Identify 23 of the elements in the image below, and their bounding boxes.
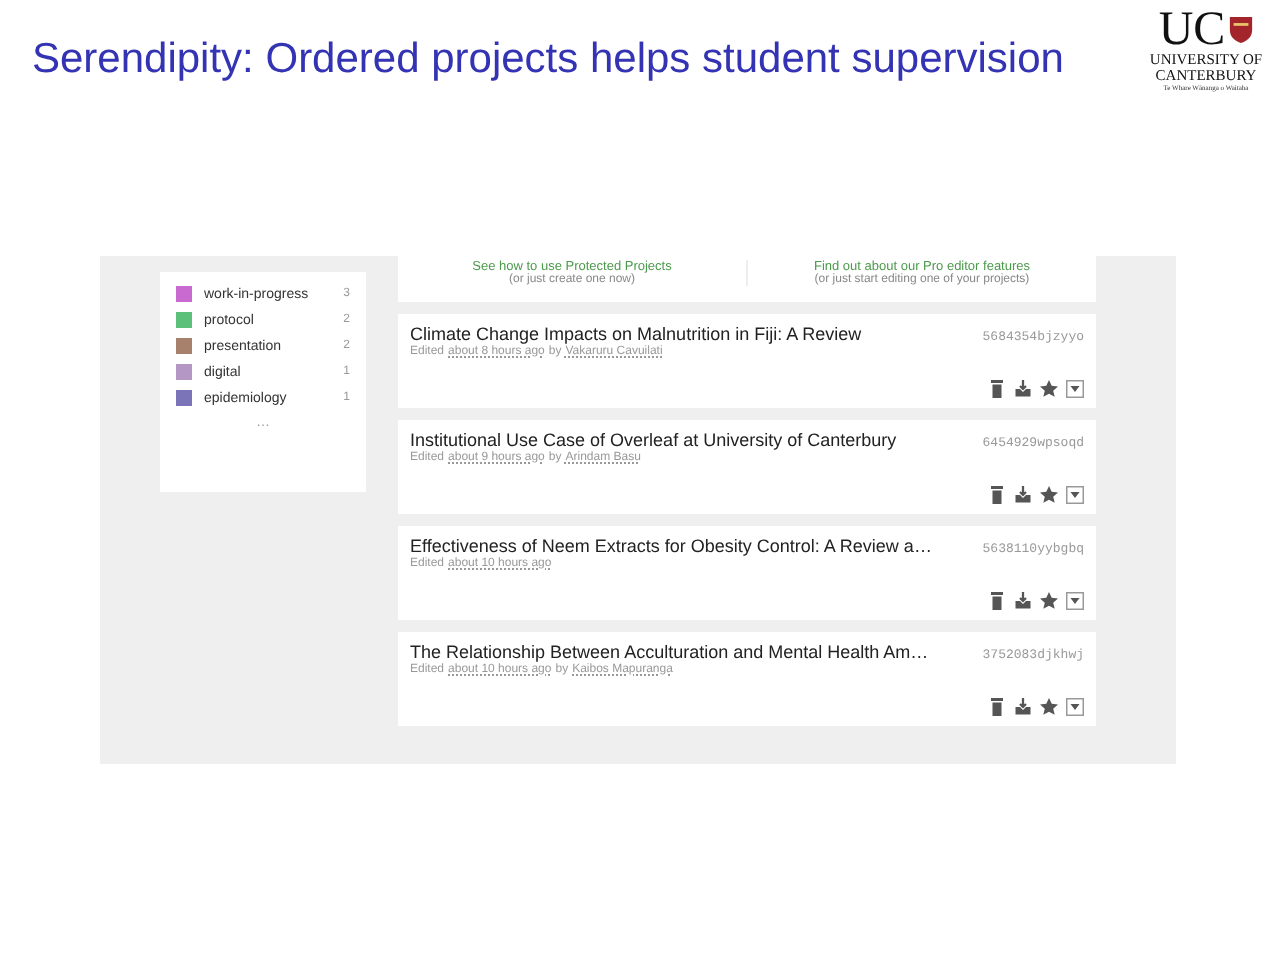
download-icon[interactable] (1014, 592, 1032, 610)
star-icon[interactable] (1040, 592, 1058, 610)
slide-title: Serendipity: Ordered projects helps student supervision (32, 36, 1064, 84)
dropdown-icon[interactable] (1066, 592, 1084, 610)
star-icon[interactable] (1040, 698, 1058, 716)
download-icon[interactable] (1014, 380, 1032, 398)
dropdown-icon[interactable] (1066, 698, 1084, 716)
project-title[interactable]: Institutional Use Case of Overleaf at University of Canterbury (410, 430, 897, 450)
dropdown-icon[interactable] (1066, 486, 1084, 504)
shield-icon (1227, 14, 1254, 46)
dropdown-icon[interactable] (1066, 380, 1084, 398)
project-title[interactable]: The Relationship Between Acculturation and Mental Health Am… (410, 642, 929, 662)
project-title[interactable]: Climate Change Impacts on Malnutrition in Fiji: A Review (410, 324, 862, 344)
trash-icon[interactable] (988, 698, 1006, 716)
logo-mark: UC (1158, 8, 1226, 52)
download-icon[interactable] (1014, 698, 1032, 716)
trash-icon[interactable] (988, 592, 1006, 610)
trash-icon[interactable] (988, 380, 1006, 398)
star-icon[interactable] (1040, 380, 1058, 398)
project-title[interactable]: Effectiveness of Neem Extracts for Obesity Control: A Review a… (410, 536, 932, 556)
download-icon[interactable] (1014, 486, 1032, 504)
trash-icon[interactable] (988, 486, 1006, 504)
star-icon[interactable] (1040, 486, 1058, 504)
